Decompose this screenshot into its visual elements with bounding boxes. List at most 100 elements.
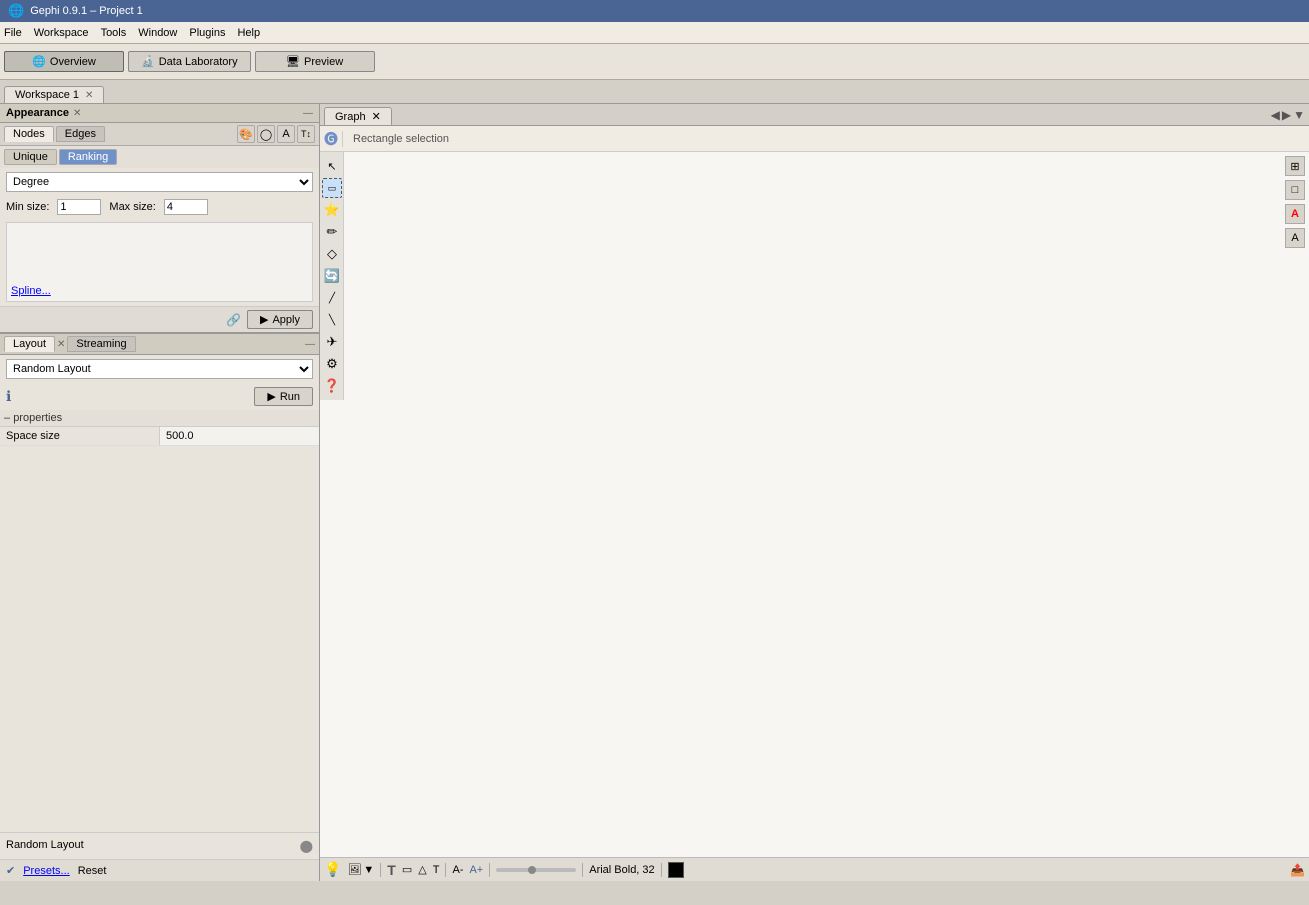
layout-panel: Layout ✕ Streaming — Random Layout Force…	[0, 334, 319, 881]
font-decrease-icon[interactable]: A-	[452, 864, 463, 876]
min-size-input[interactable]	[57, 199, 101, 215]
text-size-icon[interactable]: T↕	[297, 125, 315, 143]
overview-label: Overview	[50, 56, 96, 68]
separator-1	[380, 863, 381, 877]
graph-canvas[interactable]: ↖ ▭ ⭐ ✏ ◇ 🔄 ╱ ╲ ✈ ⚙ ❓ ⊞ □ A A	[320, 152, 1309, 857]
image-dropdown-arrow: ▼	[363, 864, 374, 876]
font-size-slider[interactable]	[496, 868, 576, 872]
graph-text-icon[interactable]: A	[1285, 228, 1305, 248]
menu-file[interactable]: File	[4, 27, 22, 39]
apply-label: Apply	[272, 314, 300, 326]
graph-right-overlay: ⊞ □ A A	[1285, 156, 1305, 248]
menu-help[interactable]: Help	[237, 27, 260, 39]
appearance-title: Appearance	[6, 107, 69, 119]
toolbar-separator	[342, 131, 343, 147]
graph-bottom-bar: 💡 🖼 ▼ T ▭ △ T A- A+ Arial Bold, 32 📤	[320, 857, 1309, 881]
text-node-icon[interactable]: T	[387, 862, 396, 878]
graph-left-tools: ↖ ▭ ⭐ ✏ ◇ 🔄 ╱ ╲ ✈ ⚙ ❓	[320, 152, 344, 400]
edges-tab[interactable]: Edges	[56, 126, 105, 142]
pencil-tool[interactable]: ✏	[322, 222, 342, 242]
layout-tab[interactable]: Layout	[4, 336, 55, 352]
diamond-tool[interactable]: ◇	[322, 244, 342, 264]
layout-minimize-icon[interactable]: —	[305, 339, 315, 350]
font-increase-icon[interactable]: A+	[469, 864, 483, 876]
graph-square-icon[interactable]: □	[1285, 180, 1305, 200]
appearance-panel-header: Appearance ✕ —	[0, 104, 319, 123]
nodes-tab[interactable]: Nodes	[4, 126, 54, 142]
layout-tab-left: Layout ✕ Streaming	[4, 336, 136, 352]
select-tool[interactable]: ↖	[322, 156, 342, 176]
star-tool[interactable]: ⭐	[322, 200, 342, 220]
layout-close-icon[interactable]: ✕	[57, 339, 65, 350]
settings-tool[interactable]: ⚙	[322, 354, 342, 374]
menu-plugins[interactable]: Plugins	[189, 27, 225, 39]
ranking-tab[interactable]: Ranking	[59, 149, 117, 165]
max-size-input[interactable]	[164, 199, 208, 215]
text-icon[interactable]: A	[277, 125, 295, 143]
graph-overview-icon[interactable]: ⊞	[1285, 156, 1305, 176]
separator-4	[582, 863, 583, 877]
unique-tab[interactable]: Unique	[4, 149, 57, 165]
export-icon[interactable]: 📤	[1290, 863, 1305, 877]
monitor-icon: 🖥	[286, 55, 300, 68]
layout-dropdown-row: Random Layout Force Atlas Force Atlas 2 …	[0, 355, 319, 383]
streaming-tab[interactable]: Streaming	[67, 336, 135, 352]
image-icon: 🖼	[347, 863, 361, 876]
space-size-key: Space size	[0, 427, 160, 445]
presets-link[interactable]: Presets...	[23, 865, 69, 877]
space-size-row: Space size 500.0	[0, 427, 319, 446]
properties-header: – properties	[0, 410, 319, 427]
data-laboratory-button[interactable]: 🔬 Data Laboratory	[128, 51, 251, 72]
menu-tools[interactable]: Tools	[101, 27, 127, 39]
edit-tool[interactable]: ╱	[322, 288, 342, 308]
nav-down-icon[interactable]: ▼	[1293, 108, 1305, 122]
nav-right-icon[interactable]: ▶	[1282, 108, 1291, 122]
run-play-icon: ▶	[267, 390, 275, 403]
nav-left-icon[interactable]: ◀	[1271, 108, 1280, 122]
graph-tabs: Graph ✕ ◀ ▶ ▼	[320, 104, 1309, 126]
left-panel: Appearance ✕ — Nodes Edges 🎨 ◯ A T↕ Uniq…	[0, 104, 320, 881]
reset-link[interactable]: Reset	[78, 865, 107, 877]
graph-tab-label: Graph	[335, 111, 366, 123]
palette-icon[interactable]: 🎨	[237, 125, 255, 143]
appearance-close-icon[interactable]: ✕	[73, 108, 81, 119]
text-bottom-icon[interactable]: T	[433, 864, 440, 876]
lightbulb-icon[interactable]: 💡	[324, 861, 341, 878]
run-label: Run	[280, 391, 300, 403]
workspace-tab-1[interactable]: Workspace 1 ✕	[4, 86, 104, 103]
layout-dropdown[interactable]: Random Layout Force Atlas Force Atlas 2 …	[6, 359, 313, 379]
triangle-icon[interactable]: △	[418, 863, 426, 876]
graph-toolbar: 🅖 Rectangle selection	[320, 126, 1309, 152]
graph-text-red-icon[interactable]: A	[1285, 204, 1305, 224]
image-dropdown[interactable]: 🖼 ▼	[347, 863, 374, 876]
collapse-icon[interactable]: –	[4, 412, 13, 424]
minimize-icon[interactable]: —	[303, 108, 313, 119]
app-logo: 🌐	[8, 3, 24, 19]
help-tool[interactable]: ❓	[322, 376, 342, 396]
spline-link[interactable]: Spline...	[11, 285, 51, 297]
graph-tab[interactable]: Graph ✕	[324, 107, 392, 125]
max-size-label: Max size:	[109, 201, 155, 213]
workspace-close-icon[interactable]: ✕	[85, 90, 93, 101]
layout-bottom: Random Layout ⬤	[0, 832, 319, 859]
menu-bar: File Workspace Tools Window Plugins Help	[0, 22, 1309, 44]
menu-window[interactable]: Window	[138, 27, 177, 39]
color-picker[interactable]	[668, 862, 684, 878]
rotate-tool[interactable]: 🔄	[322, 266, 342, 286]
rectangle-select-tool[interactable]: ▭	[322, 178, 342, 198]
apply-button[interactable]: ▶ Apply	[247, 310, 313, 329]
overview-button[interactable]: 🌐 Overview	[4, 51, 124, 72]
run-button[interactable]: ▶ Run	[254, 387, 313, 406]
ranking-dropdown[interactable]: Degree In-Degree Out-Degree Betweenness …	[6, 172, 313, 192]
menu-workspace[interactable]: Workspace	[34, 27, 89, 39]
appearance-tab-row: Nodes Edges 🎨 ◯ A T↕	[0, 123, 319, 146]
slider-handle	[528, 866, 536, 874]
preview-button[interactable]: 🖥 Preview	[255, 51, 375, 72]
pan-tool[interactable]: ✈	[322, 332, 342, 352]
font-name-label: Arial Bold, 32	[589, 864, 654, 876]
min-size-label: Min size:	[6, 201, 49, 213]
eraser-tool[interactable]: ╲	[322, 310, 342, 330]
rect-select-icon[interactable]: ▭	[402, 863, 412, 876]
circle-icon[interactable]: ◯	[257, 125, 275, 143]
graph-tab-close-icon[interactable]: ✕	[372, 110, 381, 123]
